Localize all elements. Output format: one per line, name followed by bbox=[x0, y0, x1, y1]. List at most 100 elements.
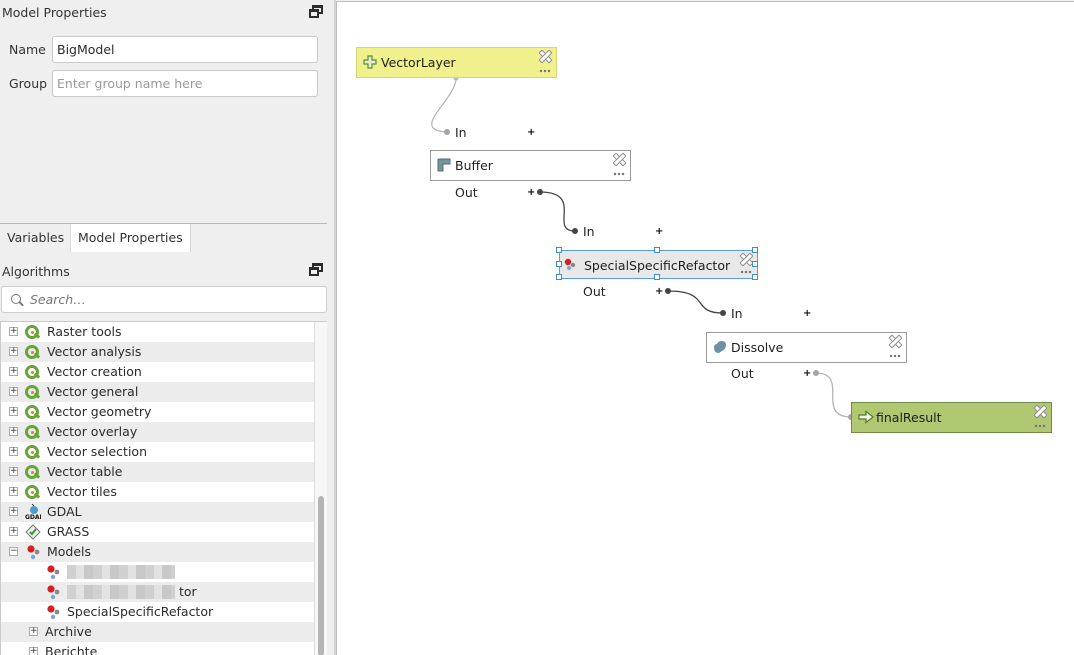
redacted-text bbox=[67, 565, 175, 579]
tree-item[interactable]: + Vector analysis bbox=[1, 342, 314, 362]
remove-node-icon[interactable] bbox=[1034, 405, 1045, 416]
expand-icon[interactable]: + bbox=[9, 527, 18, 536]
resize-handle[interactable] bbox=[752, 274, 758, 280]
expand-icon[interactable]: + bbox=[29, 627, 38, 636]
more-options-icon[interactable] bbox=[539, 69, 551, 73]
dissolve-icon bbox=[714, 341, 726, 353]
expand-icon[interactable]: + bbox=[9, 407, 18, 416]
resize-handle[interactable] bbox=[556, 247, 562, 253]
resize-handle[interactable] bbox=[654, 274, 660, 280]
model-gears-icon bbox=[45, 584, 61, 600]
qgis-icon bbox=[25, 425, 39, 439]
resize-handle[interactable] bbox=[752, 261, 758, 267]
node-label: VectorLayer bbox=[381, 55, 456, 70]
node-vectorlayer[interactable]: VectorLayer bbox=[356, 47, 557, 78]
expand-icon[interactable]: + bbox=[9, 347, 18, 356]
buffer-expand-outputs[interactable]: + bbox=[527, 188, 535, 198]
scrollbar-thumb[interactable] bbox=[318, 496, 324, 655]
tree-item[interactable]: + Archive bbox=[1, 622, 314, 642]
tab-variables[interactable]: Variables bbox=[0, 224, 71, 252]
more-options-icon[interactable] bbox=[613, 172, 625, 176]
tree-item[interactable] bbox=[1, 562, 314, 582]
expand-icon[interactable]: + bbox=[29, 647, 38, 655]
resize-handle[interactable] bbox=[654, 247, 660, 253]
tree-item-label: Vector geometry bbox=[47, 404, 152, 419]
undock-model-properties-button[interactable] bbox=[309, 5, 323, 18]
arrow-right-icon bbox=[858, 410, 874, 424]
tree-item[interactable]: + Berichte bbox=[1, 642, 314, 655]
undock-algorithms-button[interactable] bbox=[309, 263, 323, 276]
tree-item[interactable]: + Vector table bbox=[1, 462, 314, 482]
group-field[interactable] bbox=[52, 70, 318, 97]
node-dissolve[interactable]: Dissolve bbox=[706, 332, 907, 363]
tree-item-label: Vector overlay bbox=[47, 424, 138, 439]
more-options-icon[interactable] bbox=[1034, 424, 1046, 428]
remove-node-icon[interactable] bbox=[740, 253, 751, 264]
qgis-icon bbox=[25, 345, 39, 359]
tree-item[interactable]: + Raster tools bbox=[1, 322, 314, 342]
tree-item[interactable]: SpecialSpecificRefactor bbox=[1, 602, 314, 622]
tree-item-label: Raster tools bbox=[47, 324, 122, 339]
expand-icon[interactable]: + bbox=[9, 427, 18, 436]
search-input[interactable] bbox=[30, 287, 320, 312]
refactor-expand-inputs[interactable]: + bbox=[655, 227, 663, 237]
resize-handle[interactable] bbox=[752, 247, 758, 253]
tree-item[interactable]: + GRASS bbox=[1, 522, 314, 542]
model-properties-title: Model Properties bbox=[2, 5, 107, 20]
resize-handle[interactable] bbox=[556, 261, 562, 267]
tree-item[interactable]: + Vector general bbox=[1, 382, 314, 402]
tree-item[interactable]: + Vector selection bbox=[1, 442, 314, 462]
left-panel: Model Properties Name Group Variables Mo… bbox=[0, 0, 334, 655]
model-gears-icon bbox=[564, 258, 576, 270]
expand-icon[interactable]: + bbox=[9, 387, 18, 396]
node-label: Dissolve bbox=[731, 340, 784, 355]
resize-handle[interactable] bbox=[556, 274, 562, 280]
remove-node-icon[interactable] bbox=[613, 153, 624, 164]
more-options-icon[interactable] bbox=[740, 270, 752, 274]
expand-icon[interactable]: + bbox=[9, 327, 18, 336]
tree-item-label: Vector tiles bbox=[47, 484, 117, 499]
qgis-icon bbox=[25, 365, 39, 379]
plus-cross-icon bbox=[363, 55, 377, 69]
qgis-icon bbox=[25, 485, 39, 499]
name-label: Name bbox=[9, 42, 46, 57]
expand-icon[interactable]: + bbox=[9, 487, 18, 496]
tree-item[interactable]: + Vector tiles bbox=[1, 482, 314, 502]
tree-item[interactable]: + Vector geometry bbox=[1, 402, 314, 422]
remove-node-icon[interactable] bbox=[889, 335, 900, 346]
node-buffer[interactable]: Buffer bbox=[430, 150, 631, 181]
group-label: Group bbox=[9, 76, 48, 91]
svg-text:GDAL: GDAL bbox=[25, 514, 41, 520]
dissolve-expand-inputs[interactable]: + bbox=[803, 309, 811, 319]
expand-icon[interactable]: + bbox=[9, 507, 18, 516]
dissolve-out-label: Out bbox=[731, 366, 754, 381]
qgis-icon bbox=[25, 465, 39, 479]
grass-icon bbox=[25, 524, 41, 540]
collapse-icon[interactable]: − bbox=[9, 547, 18, 556]
algorithm-tree: + Raster tools + Vector analysis + Vector cre… bbox=[0, 321, 327, 655]
name-field[interactable] bbox=[52, 36, 318, 63]
tree-item[interactable]: + Vector creation bbox=[1, 362, 314, 382]
algorithms-title: Algorithms bbox=[2, 264, 70, 279]
expand-icon[interactable]: + bbox=[9, 367, 18, 376]
tree-item-label: GRASS bbox=[47, 524, 90, 539]
refactor-expand-outputs[interactable]: + bbox=[655, 287, 663, 297]
tab-model-properties[interactable]: Model Properties bbox=[70, 224, 191, 252]
buffer-expand-inputs[interactable]: + bbox=[527, 128, 535, 138]
tree-scrollbar[interactable] bbox=[314, 322, 327, 655]
tree-item-label: tor bbox=[179, 584, 197, 599]
tree-item[interactable]: + GDAL GDAL bbox=[1, 502, 314, 522]
more-options-icon[interactable] bbox=[889, 354, 901, 358]
node-finalresult[interactable]: finalResult bbox=[851, 402, 1052, 433]
model-canvas[interactable] bbox=[336, 1, 1074, 655]
search-icon bbox=[11, 294, 21, 304]
remove-node-icon[interactable] bbox=[539, 50, 550, 61]
tree-item[interactable]: + Vector overlay bbox=[1, 422, 314, 442]
algorithm-search bbox=[1, 286, 327, 313]
buffer-out-label: Out bbox=[455, 185, 478, 200]
dissolve-expand-outputs[interactable]: + bbox=[803, 369, 811, 379]
expand-icon[interactable]: + bbox=[9, 467, 18, 476]
expand-icon[interactable]: + bbox=[9, 447, 18, 456]
tree-item[interactable]: tor bbox=[1, 582, 314, 602]
tree-item[interactable]: − Models bbox=[1, 542, 314, 562]
